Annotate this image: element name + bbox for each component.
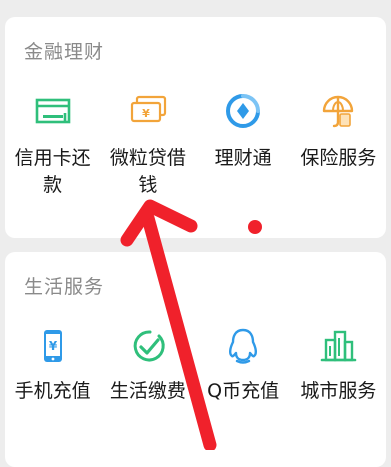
finance-grid: 信用卡还款 ¥ 微粒贷借钱 理财通 保险服务 xyxy=(5,91,386,199)
insurance-item[interactable]: 保险服务 xyxy=(291,91,386,199)
umbrella-icon xyxy=(318,91,358,131)
phone-recharge-icon: ¥ xyxy=(33,326,73,366)
banknote-icon: ¥ xyxy=(128,91,168,131)
licaitong-label: 理财通 xyxy=(214,147,272,169)
penguin-icon xyxy=(223,326,263,366)
city-services-item[interactable]: 城市服务 xyxy=(291,326,386,405)
wealth-icon xyxy=(223,91,263,131)
utility-payment-label: 生活缴费 xyxy=(109,380,186,402)
qcoin-recharge-item[interactable]: Q币充值 xyxy=(196,326,291,405)
insurance-label: 保险服务 xyxy=(300,147,377,169)
licaitong-item[interactable]: 理财通 xyxy=(196,91,291,199)
checkmark-circle-icon xyxy=(128,326,168,366)
svg-text:¥: ¥ xyxy=(48,339,57,353)
svg-text:¥: ¥ xyxy=(142,107,150,120)
life-grid: ¥ 手机充值 生活缴费 Q币充值 城市服务 xyxy=(5,326,386,405)
qcoin-recharge-label: Q币充值 xyxy=(207,380,280,402)
phone-recharge-label: 手机充值 xyxy=(14,380,91,402)
credit-card-repay-item[interactable]: 信用卡还款 xyxy=(5,91,100,199)
city-services-label: 城市服务 xyxy=(300,380,377,402)
credit-card-repay-label: 信用卡还款 xyxy=(14,147,91,196)
weilidai-loan-label: 微粒贷借钱 xyxy=(109,147,186,196)
finance-section: 金融理财 信用卡还款 ¥ 微粒贷借钱 理财通 保险服务 xyxy=(5,17,386,238)
life-services-section: 生活服务 ¥ 手机充值 生活缴费 Q币充值 城市服务 xyxy=(5,252,386,467)
section-title-finance: 金融理财 xyxy=(24,41,105,63)
section-title-life: 生活服务 xyxy=(24,276,105,298)
utility-payment-item[interactable]: 生活缴费 xyxy=(100,326,195,405)
phone-recharge-item[interactable]: ¥ 手机充值 xyxy=(5,326,100,405)
city-buildings-icon xyxy=(318,326,358,366)
weilidai-loan-item[interactable]: ¥ 微粒贷借钱 xyxy=(100,91,195,199)
credit-card-icon xyxy=(33,91,73,131)
